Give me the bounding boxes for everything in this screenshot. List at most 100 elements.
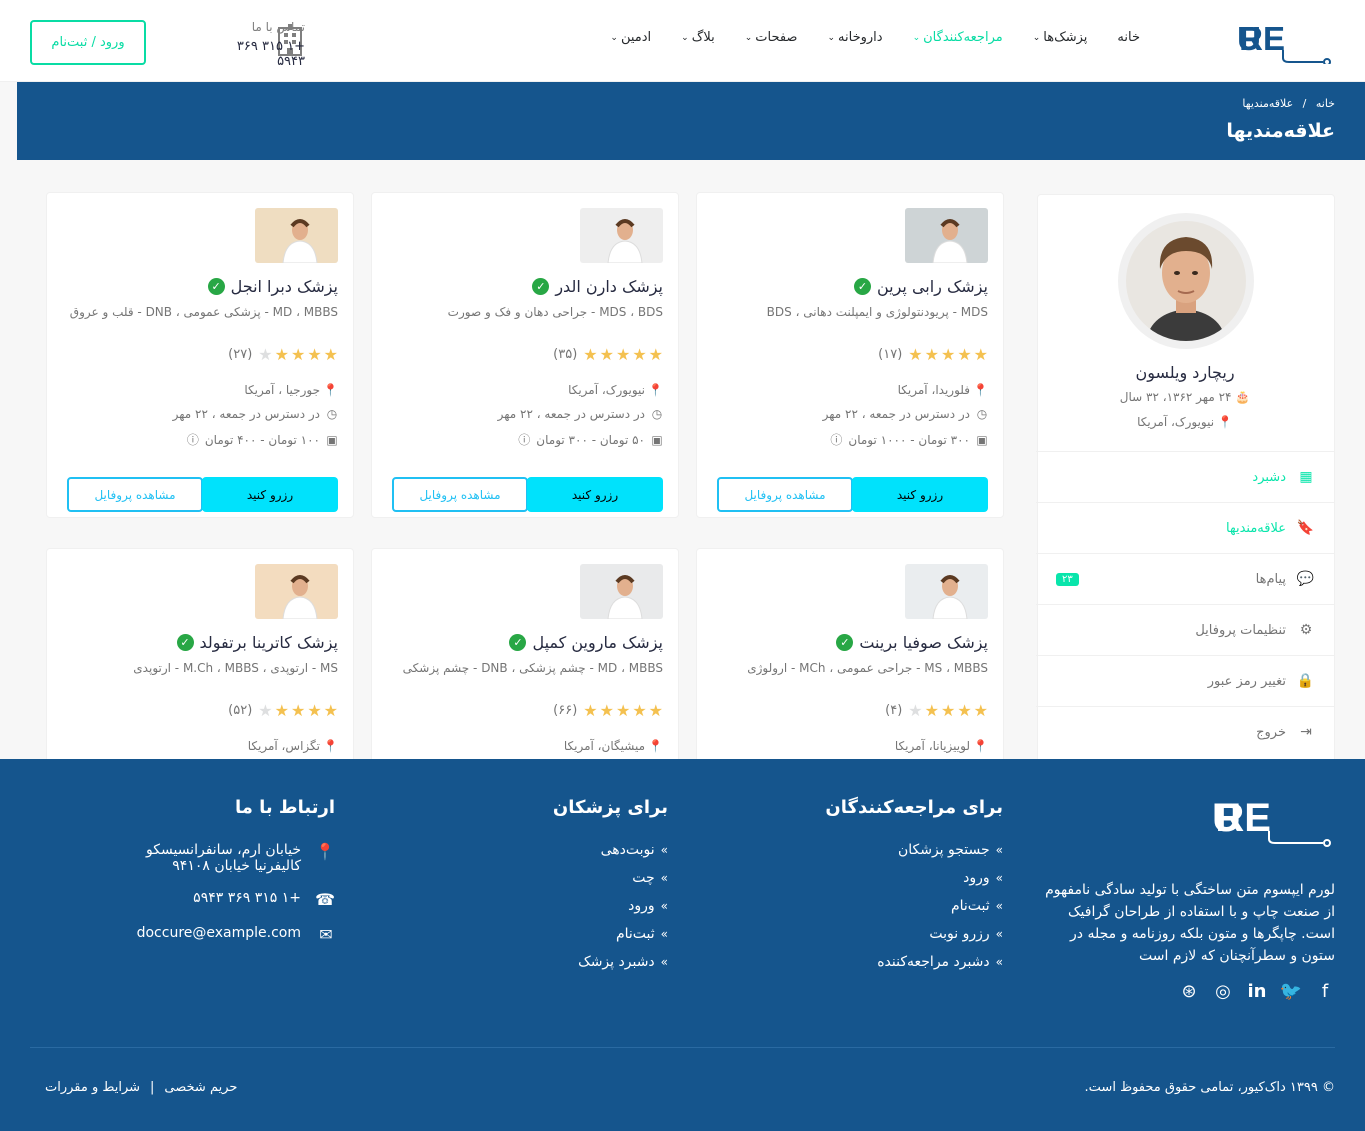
footer-link[interactable]: » جستجو پزشکان bbox=[825, 842, 1003, 858]
instagram-icon[interactable]: ◎ bbox=[1213, 981, 1233, 1002]
breadcrumb-home[interactable]: خانه bbox=[1316, 97, 1335, 110]
book-now-button[interactable]: رزرو کنید bbox=[527, 477, 663, 512]
unread-badge: ۲۳ bbox=[1056, 572, 1079, 586]
footer-logo[interactable]: DOCC U RE bbox=[1133, 797, 1335, 847]
profile-sidebar: ریچارد ویلسون 🎂 ۲۴ مهر ۱۳۶۲، ۳۲ سال 📍 نی… bbox=[1036, 194, 1335, 760]
doctor-photo[interactable] bbox=[580, 208, 663, 263]
page-title: علاقه‌مندیها bbox=[1226, 120, 1335, 142]
verified-icon: ✓ bbox=[509, 634, 527, 651]
nav-item[interactable]: بلاگ ⌄ bbox=[681, 30, 715, 45]
doctor-name[interactable]: پزشک ماروین کمپل ✓ bbox=[509, 633, 663, 652]
doctor-location: 📍 لوییزیانا، آمریکا bbox=[894, 739, 988, 753]
doctor-rating: ★ ★ ★ ★ ★ (۲۷) bbox=[228, 345, 338, 364]
info-icon[interactable]: ⓘ bbox=[830, 431, 842, 448]
footer-link[interactable]: » نوبت‌دهی bbox=[553, 842, 668, 858]
doctor-photo[interactable] bbox=[255, 564, 338, 619]
nav-item-label: بلاگ bbox=[691, 30, 715, 45]
info-icon[interactable]: ⓘ bbox=[187, 431, 199, 448]
nav-item[interactable]: ادمین ⌄ bbox=[610, 30, 651, 45]
star-icon: ★ bbox=[258, 701, 273, 720]
doctor-card: پزشک ماروین کمپل ✓ MD ، MBBS - چشم پزشکی ،… bbox=[371, 548, 679, 760]
doctor-name[interactable]: پزشک رابی پرین ✓ bbox=[853, 277, 988, 296]
info-icon[interactable]: ⓘ bbox=[518, 431, 530, 448]
nav-item[interactable]: مراجعه‌کنندگان ⌄ bbox=[913, 30, 1003, 45]
contact-label: تماس با ما bbox=[251, 20, 305, 34]
verified-icon: ✓ bbox=[836, 634, 854, 651]
double-chevron-icon: » bbox=[995, 899, 1003, 913]
clock-icon: ◷ bbox=[651, 407, 663, 421]
footer-link[interactable]: » رزرو نوبت bbox=[825, 926, 1003, 942]
doccure-logo[interactable]: DOCC DO U RE bbox=[1173, 20, 1335, 64]
linkedin-icon[interactable]: in bbox=[1247, 981, 1267, 1002]
terms-link[interactable]: شرایط و مقررات bbox=[45, 1080, 140, 1095]
dribbble-icon[interactable]: ⊛ bbox=[1179, 981, 1199, 1002]
view-profile-button[interactable]: مشاهده پروفایل bbox=[392, 477, 528, 512]
login-register-button[interactable]: ورود / ثبت‌نام bbox=[30, 20, 146, 65]
doctor-rating: ★ ★ ★ ★ ★ (۵۲) bbox=[228, 701, 338, 720]
doctor-name[interactable]: پزشک دبرا انجل ✓ bbox=[207, 277, 338, 296]
footer-link[interactable]: » ورود bbox=[553, 898, 668, 914]
doctor-card: پزشک دبرا انجل ✓ MD ، MBBS - پزشکی عمومی ،… bbox=[46, 192, 354, 518]
menu-item-label: تغییر رمز عبور bbox=[1207, 673, 1286, 689]
view-profile-button[interactable]: مشاهده پروفایل bbox=[717, 477, 853, 512]
menu-item[interactable]: 🔒 تغییر رمز عبور bbox=[1036, 655, 1334, 706]
doctor-name[interactable]: پزشک دارن الدر ✓ bbox=[532, 277, 663, 296]
menu-item[interactable]: 🔖 علاقه‌مندیها bbox=[1036, 502, 1334, 553]
contact-phone[interactable]: +۱ ۳۱۵ ۳۶۹ ۵۹۴۳ bbox=[205, 39, 305, 69]
footer-link[interactable]: » دشبرد پزشک bbox=[553, 954, 668, 970]
nav-item[interactable]: پزشک‌ها ⌄ bbox=[1033, 30, 1088, 45]
twitter-icon[interactable]: 🐦 bbox=[1280, 981, 1302, 1002]
footer-patients: برای مراجعه‌کنندگان » جستجو پزشکان » ورود » ث… bbox=[825, 797, 1003, 982]
doctor-availability: ◷ در دسترس در جمعه ، ۲۲ مهر bbox=[822, 407, 988, 421]
star-icon: ★ bbox=[307, 701, 322, 720]
view-profile-button[interactable]: مشاهده پروفایل bbox=[67, 477, 203, 512]
review-count: (۲۷) bbox=[228, 347, 253, 362]
lock-icon: 🔒 bbox=[1296, 673, 1314, 689]
chevron-down-icon: ⌄ bbox=[681, 32, 689, 43]
map-marker-icon: 📍 bbox=[973, 383, 988, 397]
book-now-button[interactable]: رزرو کنید bbox=[852, 477, 988, 512]
doctor-speciality: MS ، MBBS - جراحی عمومی ، MCh - ارولوژی bbox=[747, 661, 988, 675]
menu-item[interactable]: ⇥ خروج bbox=[1036, 706, 1334, 757]
doctor-name[interactable]: پزشک صوفیا برینت ✓ bbox=[836, 633, 988, 652]
nav-item[interactable]: خانه bbox=[1117, 30, 1140, 45]
breadcrumb-bar: خانه / علاقه‌مندیها علاقه‌مندیها bbox=[17, 82, 1365, 160]
nav-item[interactable]: داروخانه ⌄ bbox=[827, 30, 882, 45]
doctor-rating: ★ ★ ★ ★ ★ (۴) bbox=[885, 701, 988, 720]
breadcrumb-current: علاقه‌مندیها bbox=[1242, 97, 1294, 110]
footer-about: لورم ایپسوم متن ساختگی با تولید سادگی نا… bbox=[1045, 882, 1335, 964]
doctor-card: پزشک کاترینا برتفولد ✓ MS - ارتوپدی ، M.Ch… bbox=[46, 548, 354, 760]
dashboard-icon: ▦ bbox=[1299, 469, 1313, 485]
doctor-photo[interactable] bbox=[905, 208, 988, 263]
double-chevron-icon: » bbox=[660, 955, 668, 969]
doctor-name[interactable]: پزشک کاترینا برتفولد ✓ bbox=[176, 633, 338, 652]
nav-item-label: خانه bbox=[1117, 30, 1140, 45]
menu-item[interactable]: ▦ دشبرد bbox=[1036, 451, 1334, 502]
footer-link[interactable]: » ورود bbox=[825, 870, 1003, 886]
book-now-button[interactable]: رزرو کنید bbox=[202, 477, 338, 512]
menu-item[interactable]: ⚙ تنظیمات پروفایل bbox=[1036, 604, 1334, 655]
menu-item[interactable]: 💬 پیام‌ها ۲۳ bbox=[1036, 553, 1334, 604]
footer-link[interactable]: » چت bbox=[553, 870, 668, 886]
nav-item[interactable]: صفحات ⌄ bbox=[745, 30, 798, 45]
footer-link[interactable]: » ثبت‌نام bbox=[825, 898, 1003, 914]
breadcrumb: خانه / علاقه‌مندیها bbox=[1242, 97, 1335, 110]
doctor-photo[interactable] bbox=[255, 208, 338, 263]
footer-link[interactable]: » ثبت‌نام bbox=[553, 926, 668, 942]
messages-icon: 💬 bbox=[1296, 571, 1314, 587]
doctor-photo[interactable] bbox=[580, 564, 663, 619]
double-chevron-icon: » bbox=[660, 871, 668, 885]
privacy-link[interactable]: حریم شخصی bbox=[164, 1080, 237, 1095]
footer-link[interactable]: » دشبرد مراجعه‌کننده bbox=[825, 954, 1003, 970]
star-icon: ★ bbox=[908, 701, 923, 720]
chevron-down-icon: ⌄ bbox=[744, 32, 753, 43]
map-marker-icon: 📍 bbox=[648, 739, 663, 753]
star-icon: ★ bbox=[973, 345, 988, 364]
double-chevron-icon: » bbox=[995, 927, 1003, 941]
facebook-icon[interactable]: f bbox=[1315, 981, 1335, 1002]
map-marker-icon: 📍 bbox=[973, 739, 988, 753]
money-icon: ▣ bbox=[651, 432, 663, 447]
patient-birth: 🎂 ۲۴ مهر ۱۳۶۲، ۳۲ سال bbox=[1119, 390, 1251, 404]
doctor-photo[interactable] bbox=[905, 564, 988, 619]
footer-divider bbox=[30, 1047, 1335, 1048]
